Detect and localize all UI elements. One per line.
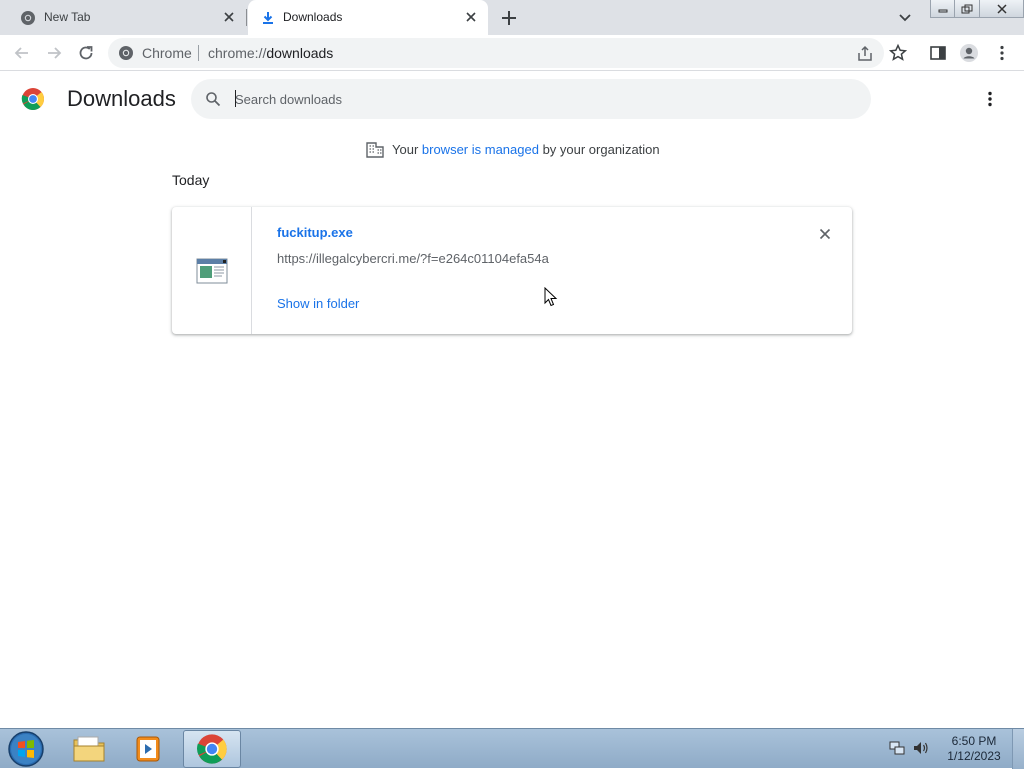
media-player-icon <box>136 736 160 762</box>
tab-downloads[interactable]: Downloads <box>248 0 488 35</box>
share-icon[interactable] <box>856 45 874 63</box>
download-icon <box>263 12 273 24</box>
reload-icon[interactable] <box>76 43 96 63</box>
back-arrow-icon[interactable] <box>12 43 32 63</box>
file-icon-column <box>172 207 252 334</box>
star-icon[interactable] <box>888 43 908 63</box>
address-bar[interactable]: Chrome chrome://downloads <box>108 38 884 68</box>
site-label: Chrome <box>142 45 192 61</box>
date-heading: Today <box>172 172 210 188</box>
mouse-pointer-icon <box>544 287 558 307</box>
search-downloads-box[interactable] <box>191 79 871 119</box>
managed-suffix: by your organization <box>538 141 660 157</box>
window-controls <box>930 0 1024 20</box>
folder-icon <box>73 736 105 762</box>
url-text: chrome://downloads <box>208 45 333 61</box>
restore-button[interactable] <box>955 0 980 18</box>
building-icon <box>366 142 384 158</box>
more-actions-icon[interactable] <box>980 89 1000 109</box>
new-tab-icon[interactable] <box>499 8 519 28</box>
side-panel-icon[interactable] <box>928 43 948 63</box>
download-item: fuckitup.exe https://illegalcybercri.me/… <box>172 207 852 334</box>
chrome-logo-icon <box>197 734 227 764</box>
tab-label: Downloads <box>283 10 343 24</box>
omnibox-divider <box>198 45 199 61</box>
search-icon <box>206 92 221 107</box>
tab-strip: New Tab Downloads <box>0 0 1024 35</box>
browser-managed-link[interactable]: browser is managed <box>422 142 539 157</box>
close-tab-icon[interactable] <box>464 10 478 24</box>
volume-icon[interactable] <box>912 739 930 757</box>
minimize-icon <box>938 9 947 12</box>
taskbar-chrome[interactable] <box>183 730 241 768</box>
close-icon <box>996 3 1007 14</box>
taskbar-explorer[interactable] <box>60 730 118 768</box>
clock-time: 6:50 PM <box>951 734 997 748</box>
network-icon[interactable] <box>888 739 906 757</box>
profile-avatar-icon[interactable] <box>959 43 979 63</box>
close-window-button[interactable] <box>980 0 1024 18</box>
tab-new-tab[interactable]: New Tab <box>0 0 246 35</box>
url-path: downloads <box>266 45 334 61</box>
clock-date: 1/12/2023 <box>947 749 1001 763</box>
show-desktop-button[interactable] <box>1012 729 1024 769</box>
managed-browser-notice: Your browser is managed by your organiza… <box>366 140 660 158</box>
restore-icon <box>961 4 973 13</box>
minimize-button[interactable] <box>930 0 955 18</box>
system-tray <box>888 739 930 759</box>
page-title: Downloads <box>67 86 176 111</box>
download-source-url: https://illegalcybercri.me/?f=e264c01104… <box>277 251 549 266</box>
taskbar-media-player[interactable] <box>120 730 178 768</box>
remove-from-list-icon[interactable] <box>817 226 833 242</box>
text-caret <box>235 90 236 107</box>
chrome-icon <box>119 46 133 60</box>
show-in-folder-link[interactable]: Show in folder <box>277 296 359 311</box>
tab-divider <box>246 9 247 26</box>
browser-menu-icon[interactable] <box>992 43 1012 63</box>
close-tab-icon[interactable] <box>222 10 236 24</box>
executable-file-icon <box>196 258 228 284</box>
windows-start-button-icon[interactable] <box>6 730 46 768</box>
managed-prefix: Your <box>392 141 422 157</box>
tab-label: New Tab <box>44 10 91 24</box>
downloads-header: Downloads <box>0 71 1024 127</box>
chrome-logo-icon <box>21 88 45 110</box>
forward-arrow-icon[interactable] <box>44 43 64 63</box>
tab-search-chevron-icon[interactable] <box>896 9 914 25</box>
search-input[interactable] <box>235 89 835 109</box>
windows-taskbar: 6:50 PM 1/12/2023 <box>0 728 1024 769</box>
chrome-icon <box>21 11 35 25</box>
browser-toolbar: Chrome chrome://downloads <box>0 35 1024 71</box>
taskbar-clock[interactable]: 6:50 PM 1/12/2023 <box>942 734 1006 764</box>
url-scheme: chrome:// <box>208 45 267 61</box>
downloaded-file-name-link[interactable]: fuckitup.exe <box>277 225 353 240</box>
